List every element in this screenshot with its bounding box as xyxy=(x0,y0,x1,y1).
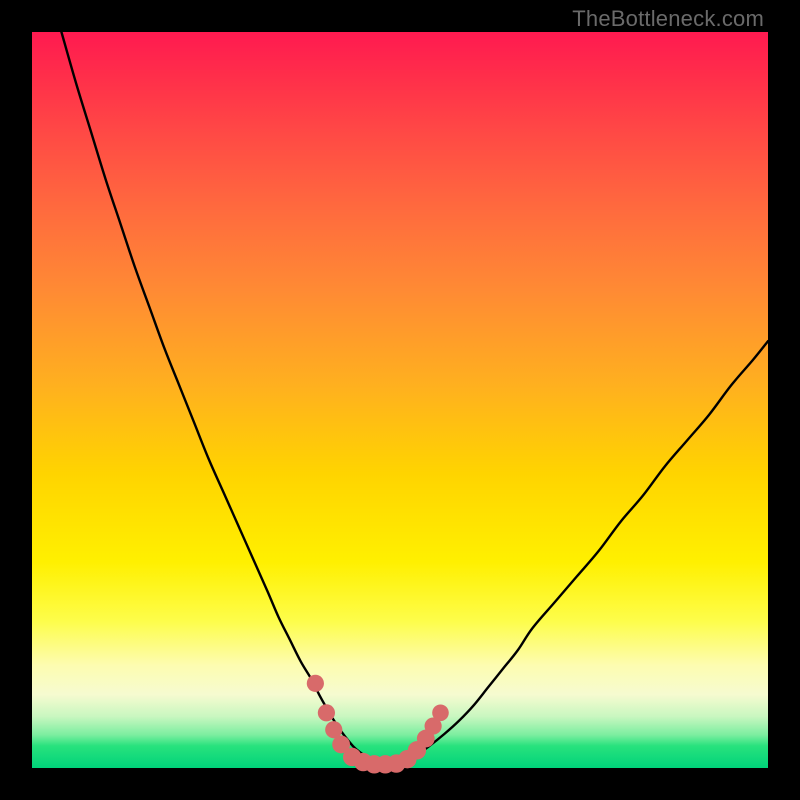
marker-dot xyxy=(432,705,449,722)
marker-dot xyxy=(318,704,335,721)
outer-frame: TheBottleneck.com xyxy=(0,0,800,800)
plot-area xyxy=(32,32,768,768)
marker-dot xyxy=(307,675,324,692)
curve-right xyxy=(385,341,768,764)
marker-group xyxy=(307,675,449,774)
curve-left xyxy=(61,32,385,764)
chart-svg xyxy=(32,32,768,768)
watermark-text: TheBottleneck.com xyxy=(572,6,764,32)
